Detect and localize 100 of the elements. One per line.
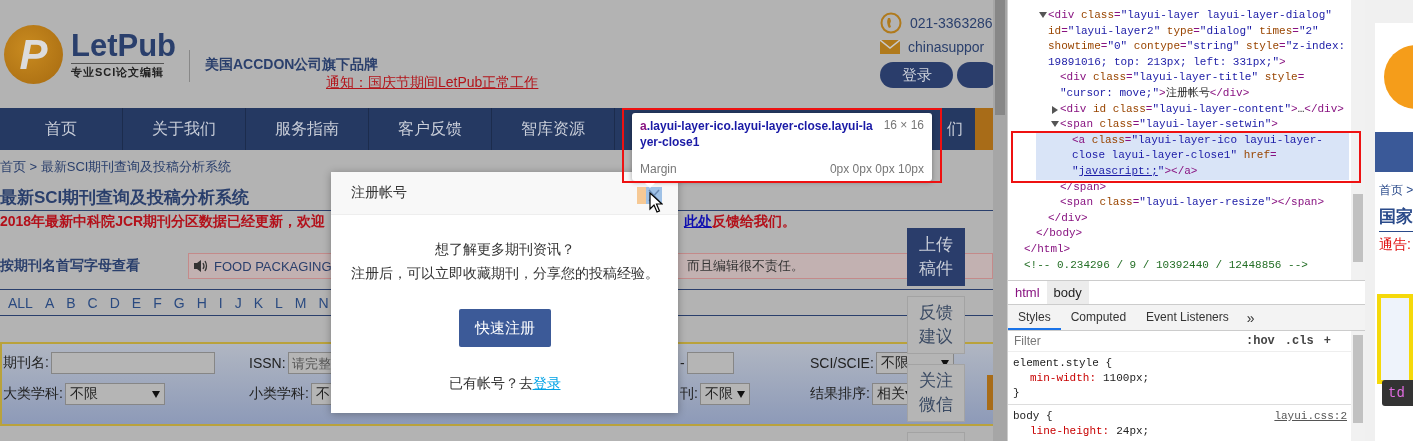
field-label: 刊:	[680, 385, 698, 403]
nav-item[interactable]: 关于我们	[123, 108, 246, 150]
select-field[interactable]: 相关	[871, 383, 908, 405]
letter-link[interactable]: F	[153, 294, 162, 311]
code-line[interactable]: <!-- 0.234296 / 9 / 10392440 / 12448856 -->	[1024, 257, 1308, 274]
field-label: 小类学科:	[249, 385, 309, 403]
input-field[interactable]	[686, 352, 734, 374]
breadcrumb: 首页 > 最新SCI期刊查询及投稿分析系统	[0, 158, 232, 176]
toolbar-button[interactable]: :hov	[1246, 334, 1275, 348]
page-title: 最新SCI期刊查询及投稿分析系统	[0, 187, 250, 209]
code-line[interactable]: id="layui-layer2" type="dialog" times="2"	[1048, 23, 1319, 40]
login-prompt: 已有帐号？去登录	[448, 375, 561, 393]
letter-link[interactable]: B	[66, 294, 76, 311]
select-field[interactable]: 不限	[699, 383, 750, 405]
dialog-title: 注册帐号	[351, 184, 407, 202]
css-selector: element.style {	[1013, 356, 1113, 371]
triangle-right-icon[interactable]	[1052, 105, 1058, 114]
envelope-icon	[880, 40, 900, 54]
login-button[interactable]: 登录	[880, 62, 953, 88]
page-title: 国家	[1379, 205, 1413, 232]
logo-tagline: 专业SCI论文编辑	[71, 63, 165, 79]
ticker-text: FOOD PACKAGING	[214, 258, 332, 274]
letter-link[interactable]: M	[294, 294, 307, 311]
code-line[interactable]: 19891016; top: 213px; left: 331px;">	[1048, 54, 1286, 71]
scrollbar-thumb[interactable]	[995, 0, 1005, 115]
breadcrumb-item[interactable]: body	[1046, 281, 1089, 304]
code-line[interactable]: showtime="0" contype="string" style="z-index:	[1048, 39, 1346, 55]
margin-highlight	[637, 187, 647, 204]
letter-link[interactable]: H	[196, 294, 207, 311]
section-heading: 按期刊名首写字母查看	[0, 257, 141, 275]
tab[interactable]: Computed	[1060, 305, 1137, 330]
letter-link[interactable]: L	[275, 294, 283, 311]
field-label: 期刊名:	[3, 354, 49, 372]
more-tabs-button[interactable]: »	[1238, 305, 1263, 330]
letter-link[interactable]: A	[44, 294, 55, 311]
speaker-icon	[193, 259, 209, 273]
element-size: 16 × 16	[883, 118, 924, 132]
feedback-link[interactable]: 此处	[684, 213, 712, 229]
tab[interactable]: Event Listeners	[1136, 305, 1239, 330]
nav-item[interactable]: 智库资源	[492, 108, 615, 150]
element-selector: a.layui-layer-ico.layui-layer-close.layui-layer-close1	[640, 118, 874, 150]
code-line[interactable]: <span class="layui-layer-setwin">	[1060, 117, 1278, 133]
code-line[interactable]: </span>	[1060, 179, 1107, 196]
register-button[interactable]: 快速注册	[458, 309, 551, 347]
ticker-text: 而且编辑很不责任。	[687, 257, 804, 275]
nav-item[interactable]: 客户反馈	[369, 108, 492, 150]
css-property: min-width:	[1030, 371, 1096, 386]
nav-item[interactable]: 们	[947, 108, 975, 150]
input-field[interactable]	[50, 352, 215, 374]
css-value: 1100px;	[1103, 371, 1150, 386]
element-tooltip: td	[1382, 380, 1413, 406]
letter-link[interactable]: E	[131, 294, 142, 311]
css-property: line-height:	[1030, 424, 1110, 439]
announcement-text: 此处反馈给我们。	[684, 213, 796, 231]
brand-slogan: 美国ACCDON公司旗下品牌	[205, 55, 380, 73]
side-button[interactable]: 关注微信	[907, 364, 965, 422]
toolbar-button[interactable]: .cls	[1284, 334, 1314, 348]
css-value: 24px;	[1116, 424, 1150, 439]
phone-number: 021-3363286	[910, 15, 993, 31]
code-line[interactable]: </body>	[1036, 226, 1083, 242]
letter-link[interactable]: I	[218, 294, 223, 311]
css-selector: body {	[1013, 409, 1053, 424]
side-button[interactable]: 反馈建议	[907, 296, 965, 354]
code-line[interactable]: <div class="layui-layer layui-layer-dialog"	[1048, 8, 1332, 24]
field-label: -	[680, 355, 685, 371]
letter-link[interactable]: D	[109, 294, 120, 311]
breadcrumb-item[interactable]: html	[1008, 281, 1047, 304]
code-line[interactable]: <span class="layui-layer-resize"></span>	[1060, 195, 1325, 211]
letter-link[interactable]: J	[234, 294, 242, 311]
toolbar-button[interactable]: +	[1323, 334, 1331, 348]
letter-link[interactable]: K	[253, 294, 263, 311]
dialog-text: 想了解更多期刊资讯？	[434, 240, 575, 259]
scrollbar-thumb[interactable]	[1353, 335, 1363, 423]
code-line[interactable]: <div class="layui-layer-title" style=	[1060, 70, 1305, 86]
field-label: 大类学科:	[3, 385, 63, 403]
select-field[interactable]: 不限	[64, 383, 165, 405]
nav-accent	[975, 108, 993, 150]
triangle-down-icon[interactable]	[1051, 121, 1059, 128]
code-line[interactable]: </div>	[1048, 210, 1088, 227]
field-label: SCI/SCIE:	[810, 355, 874, 371]
letter-link[interactable]: N	[318, 294, 329, 311]
code-line[interactable]: </html>	[1024, 241, 1071, 258]
box-label: Margin	[640, 162, 677, 176]
source-link[interactable]: layui.css:2	[1274, 409, 1347, 424]
notice-text: 通告:	[1379, 236, 1412, 254]
field-label: ISSN:	[249, 355, 286, 371]
letter-link[interactable]: G	[173, 294, 185, 311]
letter-link[interactable]: C	[87, 294, 98, 311]
scrollbar-thumb[interactable]	[1353, 194, 1363, 262]
triangle-down-icon[interactable]	[1039, 12, 1047, 18]
side-button[interactable]: 上传稿件	[907, 228, 965, 286]
closing-brace: }	[1013, 386, 1021, 401]
dialog-text: 注册后，可以立即收藏期刊，分享您的投稿经验。	[350, 264, 659, 283]
nav-item[interactable]: 服务指南	[246, 108, 369, 150]
logo-name: LetPub	[71, 29, 177, 63]
code-line[interactable]: <div id class="layui-layer-content">…</div>	[1060, 101, 1344, 118]
letter-link[interactable]: ALL	[8, 294, 33, 311]
register-button[interactable]	[957, 62, 993, 88]
code-line[interactable]: "cursor: move;">注册帐号</div>	[1060, 85, 1250, 102]
nav-item[interactable]: 首页	[0, 108, 123, 150]
